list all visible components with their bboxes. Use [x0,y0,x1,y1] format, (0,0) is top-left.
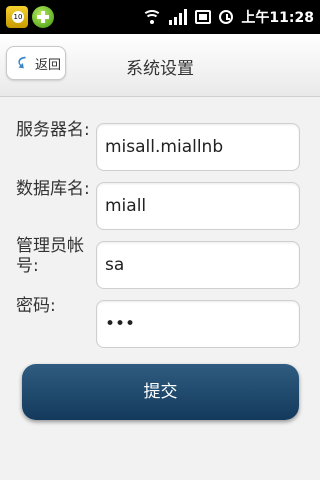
alarm-clock-icon [219,10,234,24]
password-input[interactable] [96,300,300,348]
notification-badge: 10 [12,11,24,23]
battery-icon [195,10,212,24]
status-time: 上午11:28 [241,10,314,26]
admin-account-label-line1: 管理员帐 [16,236,84,256]
database-name-input[interactable] [96,182,300,230]
status-bar: 10 上午11:28 [0,0,320,34]
signal-icon [169,9,188,25]
header-bar: 返回 系统设置 [0,34,320,97]
server-name-input[interactable] [96,123,300,171]
wifi-icon [142,10,163,24]
admin-account-label-line2: 号: [16,256,39,276]
admin-account-label: 管理员帐 号: [16,236,84,276]
submit-button[interactable]: 提交 [22,364,299,420]
notification-plus-icon [32,6,54,28]
password-label: 密码: [16,296,56,316]
notification-app-icon: 10 [6,6,28,28]
admin-account-input[interactable] [96,241,300,289]
server-name-label: 服务器名: [16,120,90,140]
database-name-label: 数据库名: [16,179,90,199]
page-title: 系统设置 [126,59,194,79]
